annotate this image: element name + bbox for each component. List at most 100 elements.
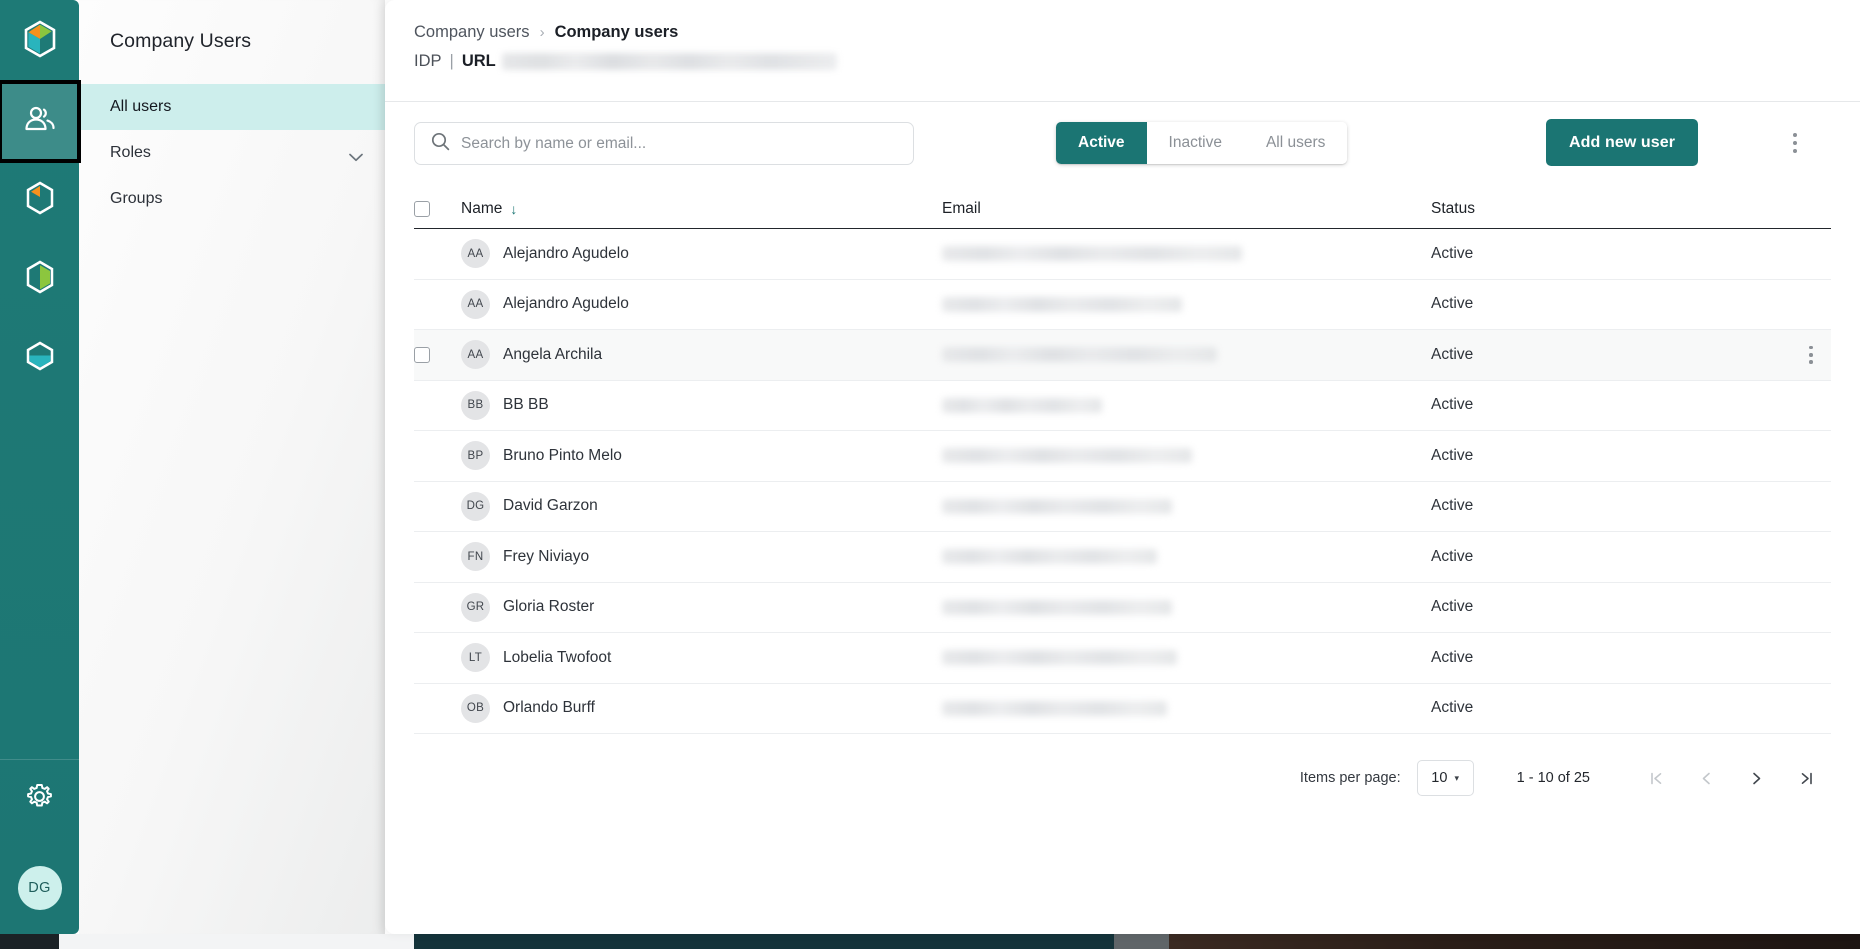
secondary-sidebar: Company Users All users Roles Groups [79, 0, 385, 934]
status-filter-toggle-group: Active Inactive All users [1056, 122, 1348, 164]
column-header-name[interactable]: Name ↓ [461, 200, 942, 218]
kebab-dot [1809, 345, 1813, 350]
avatar: AA [461, 289, 490, 319]
url-value-redacted [501, 53, 837, 70]
app-window: DG Company Users All users Roles Groups … [0, 0, 1860, 949]
hex-orange-icon [25, 181, 55, 220]
previous-page-button[interactable] [1681, 758, 1731, 798]
search-input[interactable] [461, 134, 881, 153]
avatar: BB [461, 390, 490, 420]
rail-item-module-green[interactable] [0, 240, 79, 319]
table-header-row: Name ↓ Email Status [414, 190, 1831, 229]
users-icon [23, 104, 57, 139]
status-label: Active [1431, 699, 1474, 717]
row-email-cell [942, 498, 1431, 514]
row-name-cell: BP Bruno Pinto Melo [461, 441, 942, 471]
email-redacted [942, 650, 1177, 666]
table-row[interactable]: BB BB BB Active [414, 381, 1831, 431]
rail-item-module-teal[interactable] [0, 319, 79, 398]
table-row[interactable]: DG David Garzon Active [414, 482, 1831, 532]
user-name: Lobelia Twofoot [503, 648, 612, 666]
chevron-right-icon [1752, 772, 1760, 784]
filter-active-button[interactable]: Active [1056, 122, 1147, 164]
next-page-button[interactable] [1731, 758, 1781, 798]
idp-divider: | [449, 52, 454, 70]
hex-teal-icon [25, 339, 55, 378]
status-label: Active [1431, 396, 1474, 414]
row-name-cell: AA Alejandro Agudelo [461, 289, 942, 319]
email-redacted [942, 448, 1192, 464]
avatar: GR [461, 592, 490, 622]
kebab-dot [1809, 360, 1813, 364]
row-kebab-menu-icon[interactable] [1799, 342, 1823, 368]
os-strip-segment [0, 934, 59, 949]
rail-item-brand-logo[interactable] [0, 0, 79, 82]
hex-logo-icon [23, 20, 57, 63]
sidebar-item-roles[interactable]: Roles [79, 130, 385, 176]
page-range-label: 1 - 10 of 25 [1516, 770, 1590, 786]
items-per-page-value: 10 [1431, 770, 1448, 786]
sort-ascending-icon: ↓ [510, 201, 518, 217]
status-label: Active [1431, 244, 1474, 262]
email-redacted [942, 246, 1242, 262]
avatar: OB [461, 693, 490, 723]
idp-url-line: IDP | URL [385, 42, 1860, 72]
os-strip-segment [1169, 934, 1860, 949]
chevron-down-icon: ▾ [1454, 772, 1459, 783]
status-label: Active [1431, 295, 1474, 313]
settings-button[interactable] [0, 760, 79, 838]
table-row[interactable]: OB Orlando Burff Active [414, 684, 1831, 734]
main-content-card: Company users › Company users IDP | URL [385, 0, 1860, 934]
table-row[interactable]: FN Frey Niviayo Active [414, 532, 1831, 583]
column-header-email[interactable]: Email [942, 200, 1431, 218]
user-name: Angela Archila [503, 345, 603, 363]
column-header-status[interactable]: Status [1431, 200, 1791, 218]
user-name: Frey Niviayo [503, 547, 590, 565]
add-new-user-button[interactable]: Add new user [1546, 119, 1699, 166]
rail-item-module-orange[interactable] [0, 161, 79, 240]
avatar: DG [461, 491, 490, 521]
hex-green-icon [25, 260, 55, 299]
filter-all-users-button[interactable]: All users [1243, 122, 1348, 164]
search-box[interactable] [414, 122, 914, 165]
chevron-down-icon [349, 149, 363, 161]
table-row[interactable]: AA Alejandro Agudelo Active [414, 280, 1831, 330]
table-row[interactable]: BP Bruno Pinto Melo Active [414, 431, 1831, 482]
first-page-button[interactable] [1631, 758, 1681, 798]
breadcrumb-link-company-users[interactable]: Company users [414, 23, 530, 42]
email-redacted [942, 700, 1167, 716]
email-redacted [942, 347, 1217, 363]
status-label: Active [1431, 497, 1474, 515]
user-name: David Garzon [503, 497, 598, 515]
user-name: Bruno Pinto Melo [503, 446, 622, 464]
user-avatar[interactable]: DG [17, 866, 62, 910]
items-per-page-select[interactable]: 10 ▾ [1416, 760, 1474, 796]
users-table: Name ↓ Email Status AA Alejandro Agudelo A… [414, 190, 1831, 734]
table-row[interactable]: GR Gloria Roster Active [414, 583, 1831, 633]
user-name: Alejandro Agudelo [503, 244, 629, 262]
sidebar-item-label: All users [110, 98, 172, 115]
rail-item-users[interactable] [0, 80, 81, 163]
kebab-menu-icon[interactable] [1781, 128, 1809, 158]
row-email-cell [942, 448, 1431, 464]
row-email-cell [942, 700, 1431, 716]
sidebar-item-groups[interactable]: Groups [79, 176, 385, 222]
avatar: LT [461, 643, 490, 673]
row-email-cell [942, 347, 1431, 363]
table-row[interactable]: LT Lobelia Twofoot Active [414, 633, 1831, 684]
last-page-icon [1801, 772, 1812, 784]
row-name-cell: BB BB BB [461, 390, 942, 420]
row-email-cell [942, 650, 1431, 666]
row-email-cell [942, 246, 1431, 262]
filter-inactive-button[interactable]: Inactive [1146, 122, 1244, 164]
last-page-button[interactable] [1781, 758, 1831, 798]
user-name: Alejandro Agudelo [503, 295, 629, 313]
sidebar-item-all-users[interactable]: All users [79, 84, 385, 130]
table-row[interactable]: AA Alejandro Agudelo Active [414, 229, 1831, 280]
row-email-cell [942, 549, 1431, 565]
select-all-checkbox[interactable] [414, 201, 430, 217]
table-row[interactable]: AA Angela Archila Active [414, 330, 1831, 381]
sidebar-nav: All users Roles Groups [79, 84, 385, 222]
os-taskbar-strip [0, 934, 1860, 949]
row-select-checkbox[interactable] [414, 346, 430, 363]
